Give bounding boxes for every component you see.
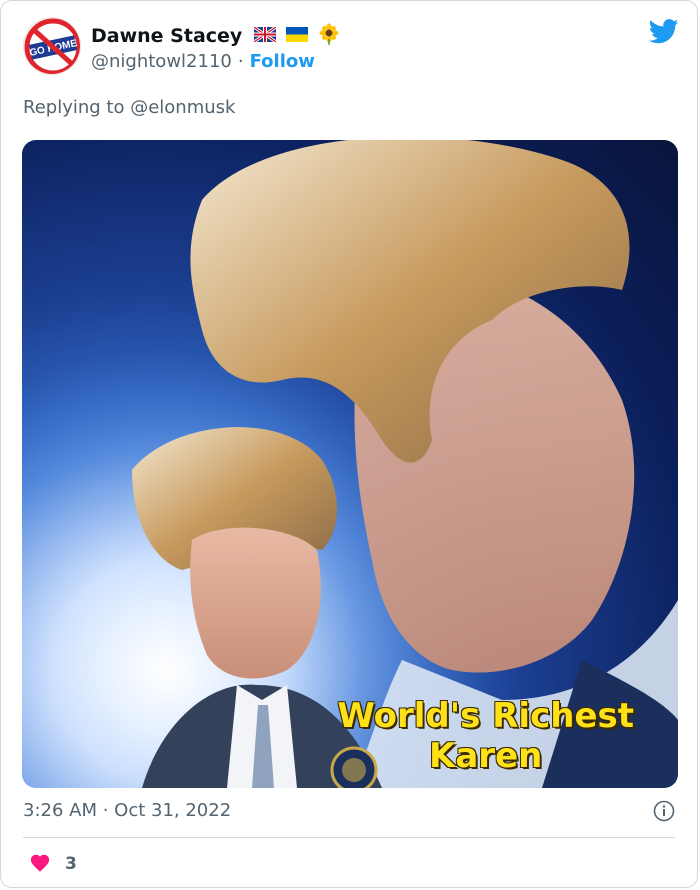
media-artwork (22, 140, 678, 788)
divider (23, 837, 675, 838)
handle-row: @nightowl2110 · Follow (91, 51, 315, 72)
separator: · (237, 51, 244, 72)
caption-line-2: Karen (429, 736, 543, 776)
go-home-avatar-icon: GO HOME (24, 18, 80, 74)
caption-line-1: World's Richest (337, 696, 634, 736)
like-action[interactable]: 3 (29, 852, 77, 876)
replying-to: Replying to @elonmusk (23, 97, 235, 118)
tweet-timestamp[interactable]: 3:26 AM · Oct 31, 2022 (23, 800, 231, 821)
tweet-header: GO HOME Dawne Stacey @nightowl2110 · Fol… (23, 17, 679, 79)
like-count: 3 (65, 854, 77, 874)
heart-icon[interactable] (29, 852, 51, 876)
twitter-bird-icon[interactable] (648, 19, 679, 48)
uk-flag-icon (253, 25, 278, 46)
author-flags (253, 23, 340, 49)
tweet-media-image[interactable]: World's Richest Karen (22, 140, 678, 788)
avatar[interactable]: GO HOME (23, 17, 81, 75)
info-icon[interactable] (653, 800, 675, 826)
sunflower-icon (318, 23, 340, 49)
author-row: Dawne Stacey (91, 23, 340, 49)
author-handle[interactable]: @nightowl2110 (91, 51, 232, 72)
replying-mention[interactable]: @elonmusk (130, 97, 235, 118)
tweet-card: GO HOME Dawne Stacey @nightowl2110 · Fol… (0, 0, 698, 888)
author-name[interactable]: Dawne Stacey (91, 25, 242, 47)
replying-prefix: Replying to (23, 97, 125, 118)
ukraine-flag-icon (286, 26, 309, 46)
follow-button[interactable]: Follow (250, 51, 315, 72)
media-caption: World's Richest Karen (337, 696, 634, 776)
